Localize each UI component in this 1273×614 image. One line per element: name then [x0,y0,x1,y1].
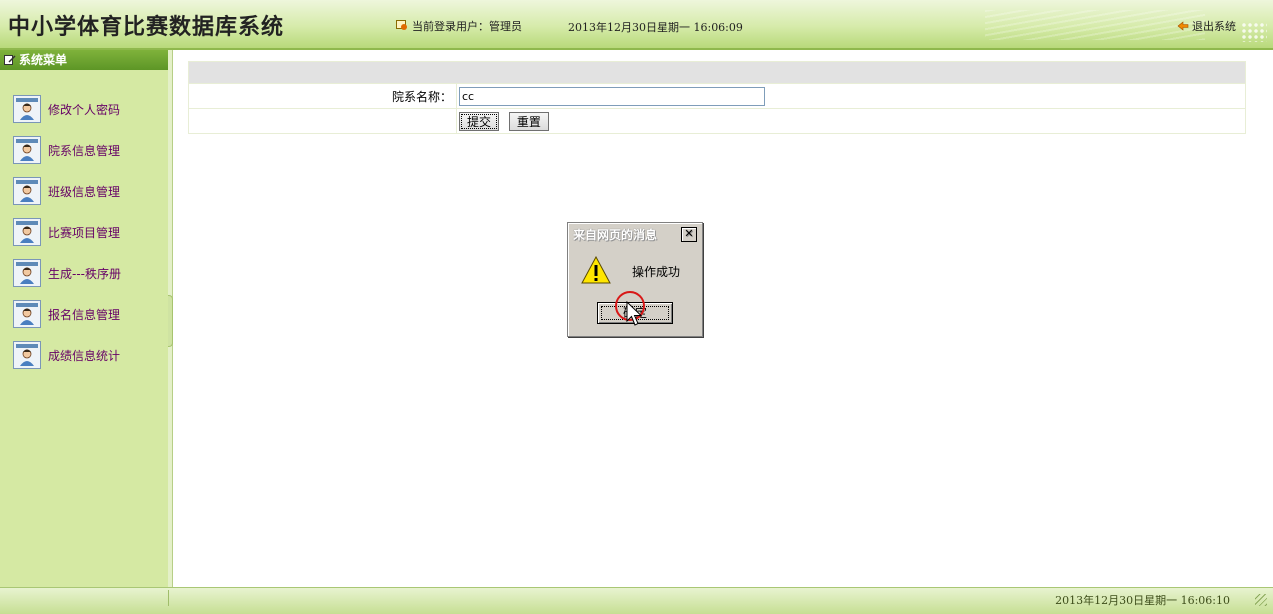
reset-button[interactable]: 重置 [508,111,549,131]
sidebar-item-label[interactable]: 报名信息管理 [48,306,120,323]
sidebar-splitter[interactable] [168,50,173,587]
sidebar: 系统菜单 修改个人密码 院系信息管理 班级信息管理 比赛项目管理 生成---秩序… [0,50,169,587]
user-card-icon [13,300,41,328]
dialog-title: 来自网页的消息 [573,228,658,242]
sidebar-item-registration-management[interactable]: 报名信息管理 [13,299,121,329]
submit-button[interactable]: 提交 [459,111,500,131]
user-card-icon [13,259,41,287]
resize-grip-icon[interactable] [1255,594,1267,606]
buttons-cell: 提交 重置 [456,108,1246,134]
current-user-label: 当前登录用户：管理员 [412,20,522,33]
header-dots-decoration [1241,22,1267,42]
user-card-icon [13,341,41,369]
header-decoration [985,10,1205,40]
status-bar: 2013年12月30日星期一 16:06:10 [0,587,1273,614]
warning-icon [581,256,611,284]
dialog-titlebar[interactable]: 来自网页的消息 ✕ [571,226,699,244]
current-user: 当前登录用户：管理员 [396,18,522,34]
department-name-input[interactable] [459,86,765,106]
logout-link[interactable]: 退出系统 [1177,18,1236,34]
department-name-cell [456,83,1246,109]
header-datetime: 2013年12月30日星期一 16:06:09 [568,21,743,34]
sidebar-item-label[interactable]: 班级信息管理 [48,183,120,200]
form-row-department-name: 院系名称： [188,83,1246,109]
logout-icon [1177,21,1189,31]
sidebar-item-class-management[interactable]: 班级信息管理 [13,176,121,206]
status-datetime: 2013年12月30日星期一 16:06:10 [1055,594,1230,607]
sidebar-menu: 修改个人密码 院系信息管理 班级信息管理 比赛项目管理 生成---秩序册 报名信… [13,94,121,381]
sidebar-item-change-password[interactable]: 修改个人密码 [13,94,121,124]
sidebar-item-label[interactable]: 成绩信息统计 [48,347,120,364]
user-card-icon [13,177,41,205]
buttons-spacer [188,108,457,134]
sidebar-item-label[interactable]: 生成---秩序册 [48,265,121,282]
edit-icon [4,55,16,65]
user-card-icon [13,136,41,164]
app-title: 中小学体育比赛数据库系统 [8,14,285,40]
sidebar-title-label: 系统菜单 [19,53,68,67]
dialog-message: 操作成功 [632,265,681,279]
mouse-pointer-icon [626,301,643,326]
user-card-icon [13,95,41,123]
sidebar-item-label[interactable]: 比赛项目管理 [48,224,120,241]
sidebar-item-event-management[interactable]: 比赛项目管理 [13,217,121,247]
sidebar-item-generate-program[interactable]: 生成---秩序册 [13,258,121,288]
sidebar-item-score-statistics[interactable]: 成绩信息统计 [13,340,121,370]
main-content: 院系名称： 提交 重置 [174,50,1273,587]
user-card-icon [13,218,41,246]
form-header-cell [188,61,1246,84]
header-bar: 中小学体育比赛数据库系统 当前登录用户：管理员 2013年12月30日星期一 1… [0,0,1273,50]
status-divider [168,590,169,606]
sidebar-item-label[interactable]: 修改个人密码 [48,101,120,118]
user-icon [396,20,407,30]
department-form: 院系名称： 提交 重置 [188,61,1246,134]
sidebar-title: 系统菜单 [0,50,168,70]
sidebar-item-label[interactable]: 院系信息管理 [48,142,120,159]
sidebar-item-department-management[interactable]: 院系信息管理 [13,135,121,165]
close-icon[interactable]: ✕ [681,227,697,242]
logout-label[interactable]: 退出系统 [1192,20,1236,33]
form-header-row [188,61,1246,84]
form-row-buttons: 提交 重置 [188,108,1246,134]
splitter-grip[interactable] [168,295,173,347]
department-name-label: 院系名称： [188,83,457,109]
